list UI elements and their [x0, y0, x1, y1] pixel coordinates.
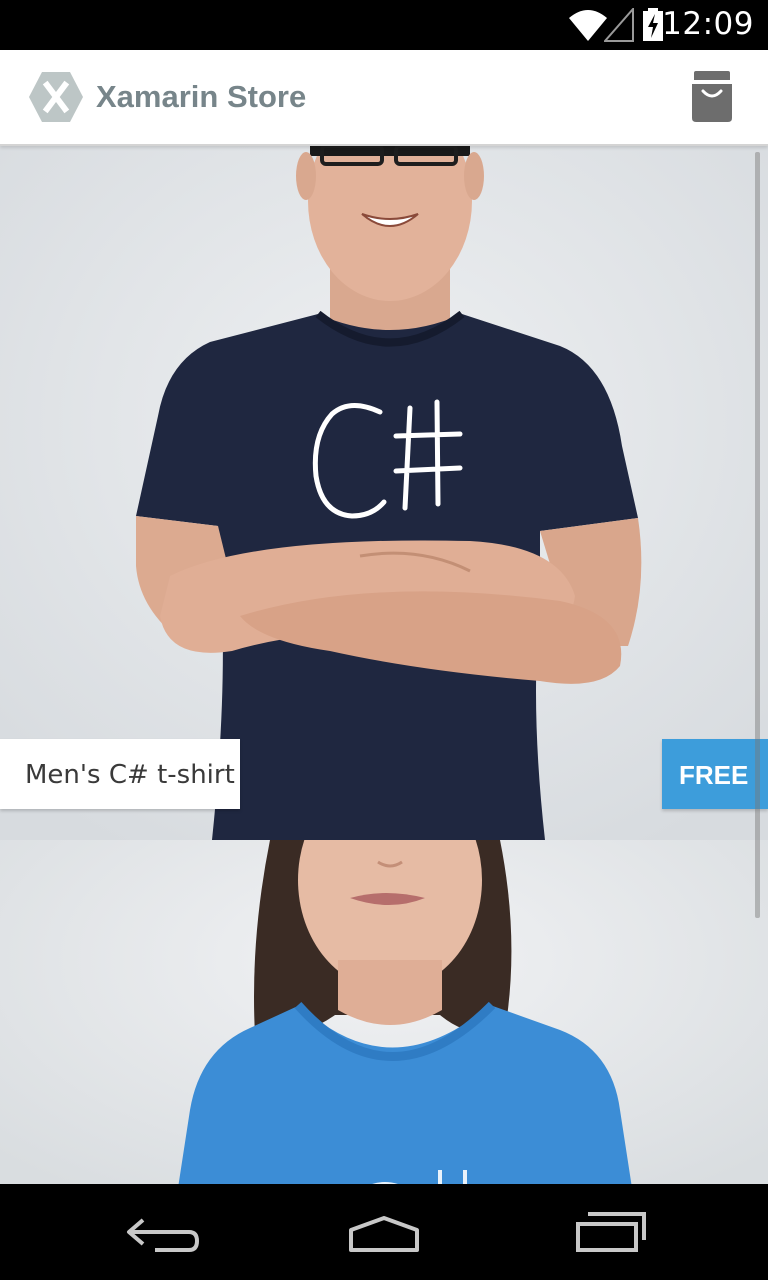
- recent-apps-button[interactable]: [556, 1200, 666, 1264]
- product-image: [0, 146, 768, 840]
- status-time: 12:09: [662, 6, 754, 42]
- product-card[interactable]: Men's C# t-shirt FREE: [0, 146, 768, 840]
- scrollbar[interactable]: [755, 152, 760, 918]
- product-name-tag: Men's C# t-shirt: [0, 739, 240, 809]
- wifi-icon: [569, 10, 607, 41]
- product-image: [0, 840, 768, 1184]
- battery-charging-icon: [643, 8, 663, 41]
- product-list[interactable]: Men's C# t-shirt FREE: [0, 146, 768, 1184]
- cell-signal-icon: [604, 8, 634, 42]
- product-card[interactable]: [0, 840, 768, 1184]
- xamarin-logo-icon: [29, 72, 83, 122]
- back-button[interactable]: [105, 1200, 215, 1264]
- cart-button[interactable]: [688, 70, 736, 126]
- recent-apps-icon: [576, 1212, 646, 1252]
- status-bar: 12:09: [0, 0, 768, 50]
- app-title: Xamarin Store: [96, 79, 307, 114]
- home-icon: [349, 1216, 419, 1252]
- navigation-bar: [0, 1184, 768, 1280]
- product-price: FREE: [679, 760, 749, 790]
- price-tag: FREE: [662, 739, 768, 809]
- back-icon: [127, 1218, 200, 1252]
- action-bar: Xamarin Store: [0, 50, 768, 146]
- home-button[interactable]: [329, 1200, 439, 1264]
- shopping-bag-icon: [692, 71, 732, 122]
- product-name: Men's C# t-shirt: [25, 760, 235, 790]
